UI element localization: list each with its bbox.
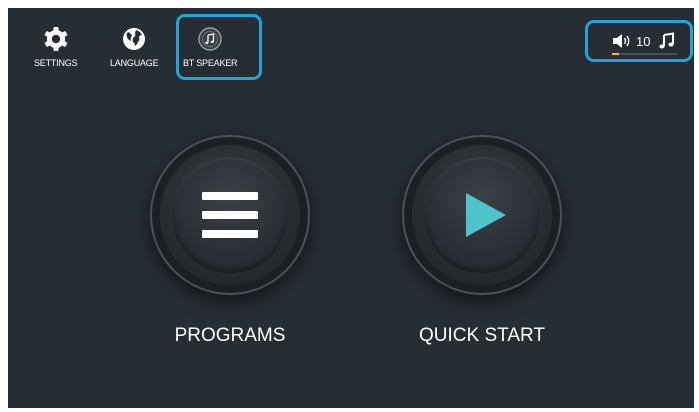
quick-start-button[interactable] [412,145,552,285]
play-icon [466,193,506,237]
gear-icon [44,27,67,51]
console-screen: SETTINGS LANGUAGE BT SPEAKER 10 PROGRAMS… [8,8,694,408]
language-button[interactable]: LANGUAGE [110,26,159,68]
bt-speaker-highlight [176,14,262,80]
programs-label: PROGRAMS [174,325,286,346]
settings-label: SETTINGS [34,58,78,68]
menu-lines-icon [202,192,258,238]
globe-icon [123,28,146,50]
volume-highlight [585,20,693,62]
programs-button[interactable] [160,145,300,285]
language-label: LANGUAGE [110,58,159,68]
quick-start-label: QUICK START [419,325,545,346]
settings-button[interactable]: SETTINGS [34,26,78,68]
